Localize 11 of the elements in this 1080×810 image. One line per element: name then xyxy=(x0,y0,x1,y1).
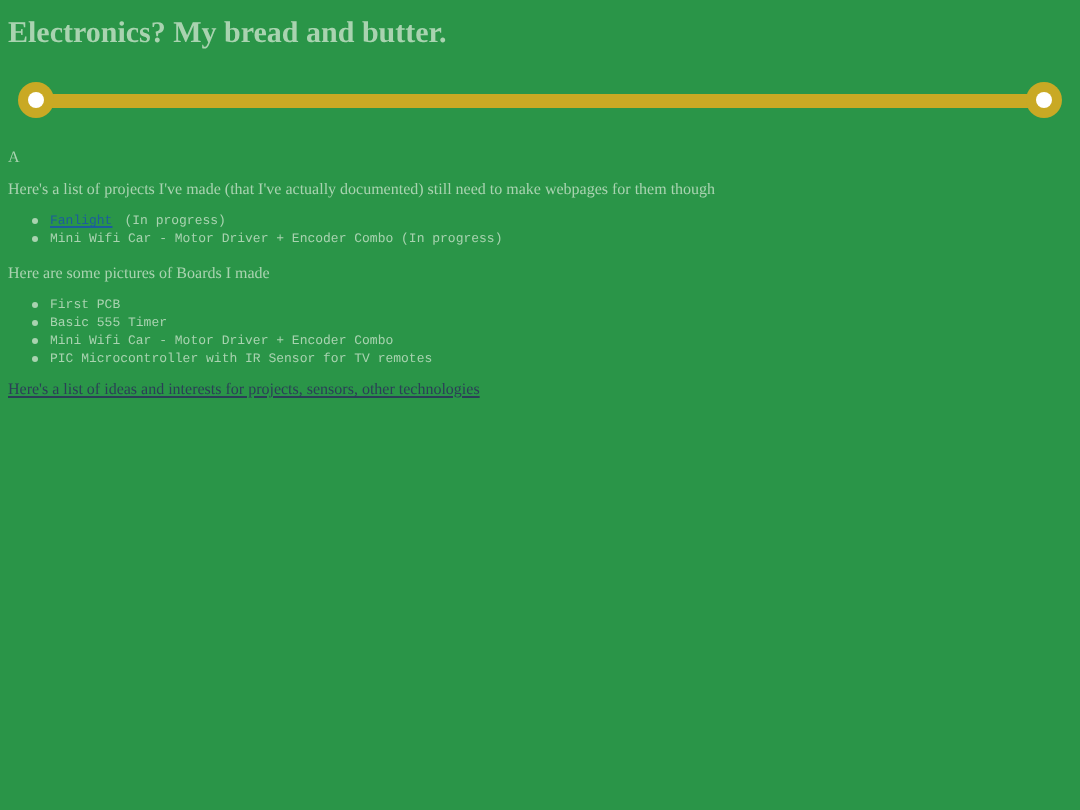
page-title: Electronics? My bread and butter. xyxy=(8,16,449,52)
bullet-icon xyxy=(32,338,38,344)
ideas-link[interactable]: Here's a list of ideas and interests for projects, sensors, other technologies xyxy=(8,380,480,400)
bullet-icon xyxy=(32,302,38,308)
boards-heading: Here are some pictures of Boards I made xyxy=(8,264,272,284)
bullet-icon xyxy=(32,356,38,362)
bullet-icon xyxy=(32,320,38,326)
bullet-icon xyxy=(32,218,38,224)
intro-text: A xyxy=(8,148,22,168)
bullet-icon xyxy=(32,236,38,242)
projects-heading: Here's a list of projects I've made (that I've actually documented) still need to make webpages for them though xyxy=(8,180,718,200)
